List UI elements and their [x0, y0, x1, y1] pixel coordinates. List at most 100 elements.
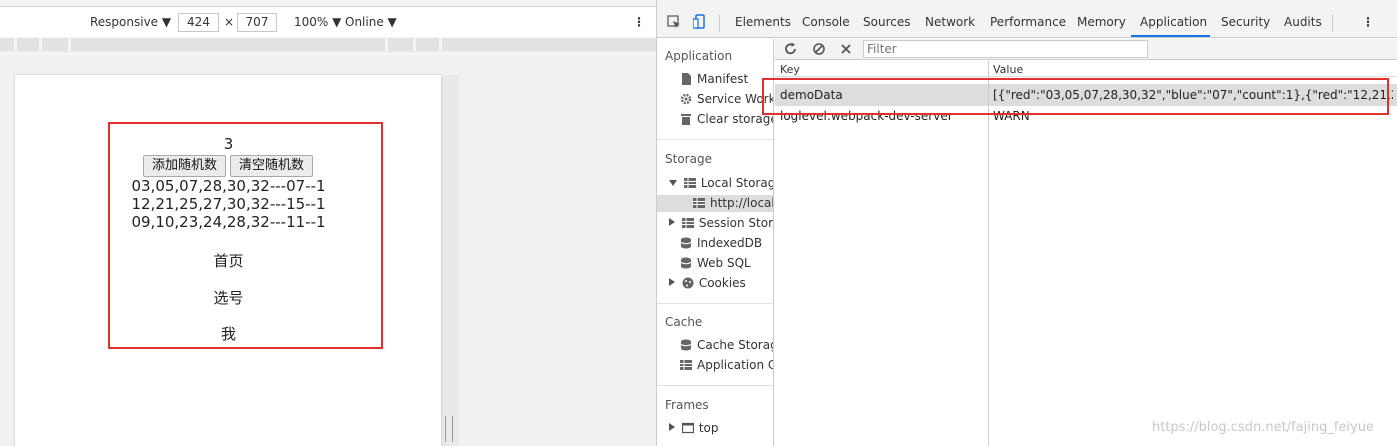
- resize-handle[interactable]: [445, 416, 453, 442]
- sidebar-item-label: Cookies: [698, 276, 746, 290]
- sidebar-item-label: Application Cache: [697, 358, 773, 372]
- device-toolbar-icon[interactable]: [693, 14, 707, 30]
- network-label: Online: [345, 15, 384, 29]
- storage-toolbar: Filter: [775, 39, 1397, 60]
- sidebar-item-cookies[interactable]: Cookies: [669, 276, 746, 290]
- database-icon: [680, 257, 692, 269]
- devtools-panel: Elements Console Sources Network Perform…: [656, 0, 1397, 446]
- cookie-icon: [682, 277, 694, 289]
- application-sidebar: Application Manifest Service Workers Cle…: [657, 39, 774, 446]
- clear-all-icon[interactable]: [812, 42, 826, 56]
- media-query-segment[interactable]: [442, 38, 656, 51]
- expand-arrow-icon[interactable]: [669, 278, 675, 286]
- column-divider[interactable]: [988, 61, 989, 446]
- media-query-segment[interactable]: [0, 38, 14, 51]
- toolbar-separator: [1332, 14, 1333, 32]
- sidebar-item-web-sql[interactable]: Web SQL: [680, 256, 751, 270]
- media-query-segment[interactable]: [416, 38, 439, 51]
- tab-audits[interactable]: Audits: [1284, 15, 1322, 29]
- file-icon: [680, 73, 692, 85]
- gear-icon: [680, 93, 692, 105]
- sidebar-item-label: Manifest: [697, 72, 749, 86]
- grid-icon: [683, 177, 696, 189]
- tab-console[interactable]: Console: [802, 15, 850, 29]
- sidebar-divider: [657, 139, 773, 140]
- toolbar-separator: [719, 14, 720, 32]
- tab-performance[interactable]: Performance: [990, 15, 1066, 29]
- trash-icon: [680, 113, 692, 125]
- watermark: https://blog.csdn.net/fajing_feiyue: [1152, 420, 1374, 435]
- sidebar-item-label: http://localhost:8080: [710, 196, 774, 210]
- sidebar-divider: [657, 303, 773, 304]
- sidebar-item-local-storage[interactable]: Local Storage: [669, 176, 773, 190]
- media-query-segment[interactable]: [42, 38, 68, 51]
- zoom-label: 100%: [294, 15, 329, 29]
- dropdown-arrow-icon: ▼: [332, 15, 342, 29]
- tab-network[interactable]: Network: [925, 15, 975, 29]
- devtools-tab-bar: Elements Console Sources Network Perform…: [657, 8, 1397, 38]
- network-dropdown[interactable]: Online ▼: [345, 15, 397, 29]
- top-strip: [0, 0, 656, 7]
- active-tab-indicator: [1131, 35, 1210, 37]
- tab-sources[interactable]: Sources: [863, 15, 910, 29]
- table-header: Key Value: [775, 61, 1397, 77]
- sidebar-divider: [657, 385, 773, 386]
- media-query-segment[interactable]: [388, 38, 413, 51]
- frame-icon: [681, 422, 694, 434]
- sidebar-item-label: Web SQL: [697, 256, 751, 270]
- sidebar-item-label: Cache Storage: [697, 338, 773, 352]
- sidebar-item-label: Session Storage: [698, 216, 774, 230]
- grid-icon: [693, 197, 705, 209]
- device-emulation-pane: Responsive ▼ 424 × 707 100% ▼ Online ▼ ⋮…: [0, 0, 656, 446]
- sidebar-item-label: top: [698, 421, 719, 435]
- viewport-edge: [441, 75, 459, 446]
- device-mode-dropdown[interactable]: Responsive ▼: [90, 15, 171, 29]
- expand-arrow-icon[interactable]: [669, 180, 677, 186]
- tab-security[interactable]: Security: [1221, 15, 1270, 29]
- sidebar-item-service-workers[interactable]: Service Workers: [680, 92, 773, 106]
- grid-icon: [680, 359, 692, 371]
- expand-arrow-icon[interactable]: [669, 423, 675, 431]
- media-query-segment[interactable]: [17, 38, 39, 51]
- devtools-top-strip: [657, 0, 1397, 8]
- height-input[interactable]: 707: [237, 13, 277, 32]
- dropdown-arrow-icon: ▼: [161, 15, 172, 29]
- delete-selected-icon[interactable]: [839, 42, 853, 56]
- filter-input[interactable]: Filter: [863, 40, 1148, 58]
- media-query-bar[interactable]: [0, 37, 656, 53]
- sidebar-header-application: Application: [665, 49, 733, 63]
- more-options-icon[interactable]: ⋮: [633, 15, 645, 29]
- sidebar-item-label: Local Storage: [700, 176, 773, 190]
- sidebar-header-storage: Storage: [665, 152, 712, 166]
- devtools-menu-icon[interactable]: ⋮: [1362, 15, 1374, 29]
- sidebar-header-cache: Cache: [665, 315, 703, 329]
- dropdown-arrow-icon: ▼: [387, 15, 397, 29]
- annotation-box-app: [108, 122, 383, 349]
- tab-elements[interactable]: Elements: [735, 15, 791, 29]
- sidebar-item-manifest[interactable]: Manifest: [680, 72, 748, 86]
- sidebar-header-frames: Frames: [665, 398, 709, 412]
- database-icon: [680, 339, 692, 351]
- device-toolbar: Responsive ▼ 424 × 707 100% ▼ Online ▼ ⋮: [0, 8, 656, 36]
- tab-application[interactable]: Application: [1140, 15, 1207, 29]
- expand-arrow-icon[interactable]: [669, 218, 675, 226]
- width-input[interactable]: 424: [178, 13, 219, 32]
- column-header-value[interactable]: Value: [993, 63, 1023, 76]
- dimension-separator: ×: [224, 15, 235, 29]
- device-mode-label: Responsive: [90, 15, 159, 29]
- sidebar-item-localhost[interactable]: http://localhost:8080: [693, 196, 774, 210]
- media-query-segment[interactable]: [71, 38, 385, 51]
- tab-memory[interactable]: Memory: [1077, 15, 1126, 29]
- sidebar-item-application-cache[interactable]: Application Cache: [680, 358, 773, 372]
- sidebar-item-indexeddb[interactable]: IndexedDB: [680, 236, 762, 250]
- zoom-dropdown[interactable]: 100% ▼: [294, 15, 341, 29]
- database-icon: [680, 237, 692, 249]
- refresh-icon[interactable]: [784, 42, 798, 56]
- column-header-key[interactable]: Key: [780, 63, 800, 76]
- grid-icon: [681, 217, 694, 229]
- sidebar-item-cache-storage[interactable]: Cache Storage: [680, 338, 773, 352]
- inspect-element-icon[interactable]: [667, 15, 681, 29]
- sidebar-item-frame-top[interactable]: top: [669, 421, 719, 435]
- sidebar-item-clear-storage[interactable]: Clear storage: [680, 112, 773, 126]
- sidebar-item-session-storage[interactable]: Session Storage: [669, 216, 774, 230]
